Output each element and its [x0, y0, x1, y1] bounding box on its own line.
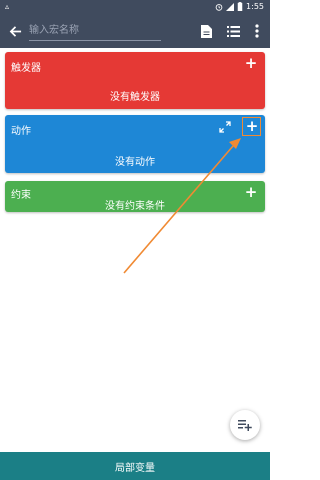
back-arrow-icon[interactable]	[5, 21, 25, 41]
trigger-card: 触发器 + 没有触发器	[5, 52, 265, 109]
no-trigger-text: 没有触发器	[110, 92, 160, 103]
alarm-icon	[215, 3, 223, 11]
app-bar	[0, 14, 270, 48]
local-variables-bar[interactable]: 局部变量	[0, 452, 270, 480]
document-icon[interactable]	[197, 22, 215, 40]
add-to-list-fab[interactable]	[230, 410, 260, 440]
more-vert-icon[interactable]	[248, 22, 266, 40]
status-bar: ▵ 1:55	[0, 0, 270, 14]
add-action-button[interactable]: +	[244, 118, 260, 134]
no-constraint-text: 没有约束条件	[105, 201, 165, 212]
notification-bell-icon: ▵	[5, 2, 10, 11]
local-variables-label: 局部变量	[115, 462, 155, 474]
action-title: 动作	[11, 126, 31, 137]
expand-icon[interactable]	[219, 121, 231, 133]
no-action-text: 没有动作	[115, 157, 155, 168]
action-card: 动作 + 没有动作	[5, 115, 265, 173]
battery-icon	[237, 2, 243, 11]
constraint-card: 约束 + 没有约束条件	[5, 181, 265, 212]
clock-time: 1:55	[246, 2, 264, 11]
add-action-highlight: +	[242, 117, 261, 136]
trigger-title: 触发器	[11, 63, 41, 74]
signal-icon	[226, 2, 235, 11]
macro-name-input[interactable]	[29, 21, 161, 41]
playlist-add-icon	[238, 420, 252, 431]
add-trigger-button[interactable]: +	[243, 55, 259, 71]
list-icon[interactable]	[224, 22, 242, 40]
